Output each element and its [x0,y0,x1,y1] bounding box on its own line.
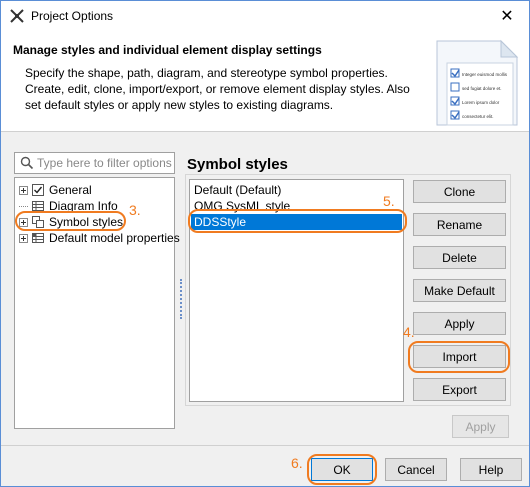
list-item-omg-sysml[interactable]: OMG SysML style [191,198,402,214]
options-tree: General Diagram Info Symbol styles Defau… [14,177,180,429]
properties-icon [32,233,44,243]
header-description: Specify the shape, path, diagram, and st… [25,66,410,112]
expand-icon[interactable] [19,185,28,195]
make-default-button[interactable]: Make Default [413,279,506,302]
list-item-ddsstyle[interactable]: DDSStyle [191,214,402,230]
apply-style-button[interactable]: Apply [413,312,506,335]
tree-item-label: General [49,183,92,197]
cancel-button[interactable]: Cancel [385,458,447,481]
section-title: Symbol styles [187,156,288,173]
header-heading: Manage styles and individual element dis… [13,43,322,57]
panel-splitter[interactable] [180,279,183,319]
tree-item-label: Default model properties [49,231,180,245]
tree-item-default-model-properties[interactable]: Default model properties [15,230,180,246]
tree-item-label: Diagram Info [49,199,118,213]
list-item-default[interactable]: Default (Default) [191,182,402,198]
project-options-window: Project Options ✕ Manage styles and indi… [0,0,530,487]
table-icon [32,201,44,211]
illus-line-1: Integer euismod mollis [462,72,508,77]
filter-input[interactable] [37,155,173,171]
tree-item-symbol-styles[interactable]: Symbol styles [15,214,123,230]
illus-line-3: Lorem ipsum dolor [462,100,500,105]
close-icon[interactable]: ✕ [485,1,529,31]
delete-button[interactable]: Delete [413,246,506,269]
illus-line-4: consectetur elit. [462,114,494,119]
window-title: Project Options [31,9,114,23]
document-illustration-icon: Integer euismod mollis sed fugiat dolore… [436,39,519,126]
search-icon [20,156,34,170]
app-logo-icon [10,9,24,23]
callout-number-3: 3. [129,202,141,218]
illus-line-2: sed fugiat dolore et. [462,86,502,91]
help-button[interactable]: Help [460,458,522,481]
import-button[interactable]: Import [413,345,506,368]
export-button[interactable]: Export [413,378,506,401]
footer-separator [1,445,529,446]
callout-number-4: 4. [403,324,415,340]
ok-button[interactable]: OK [311,458,373,481]
tree-item-general[interactable]: General [15,182,92,198]
expand-icon[interactable] [19,233,28,243]
tree-item-diagram-info[interactable]: Diagram Info [15,198,118,214]
filter-box [14,152,175,174]
apply-button[interactable]: Apply [452,415,509,438]
checkbox-icon [32,184,44,196]
rename-button[interactable]: Rename [413,213,506,236]
symbols-icon [32,216,44,228]
styles-list[interactable]: Default (Default) OMG SysML style DDSSty… [189,179,404,402]
expand-icon[interactable] [19,217,28,227]
callout-number-6: 6. [291,455,303,471]
tree-item-label: Symbol styles [49,215,124,229]
header-panel: Manage styles and individual element dis… [1,32,529,132]
title-bar: Project Options ✕ [1,1,529,32]
callout-number-5: 5. [383,193,395,209]
clone-button[interactable]: Clone [413,180,506,203]
